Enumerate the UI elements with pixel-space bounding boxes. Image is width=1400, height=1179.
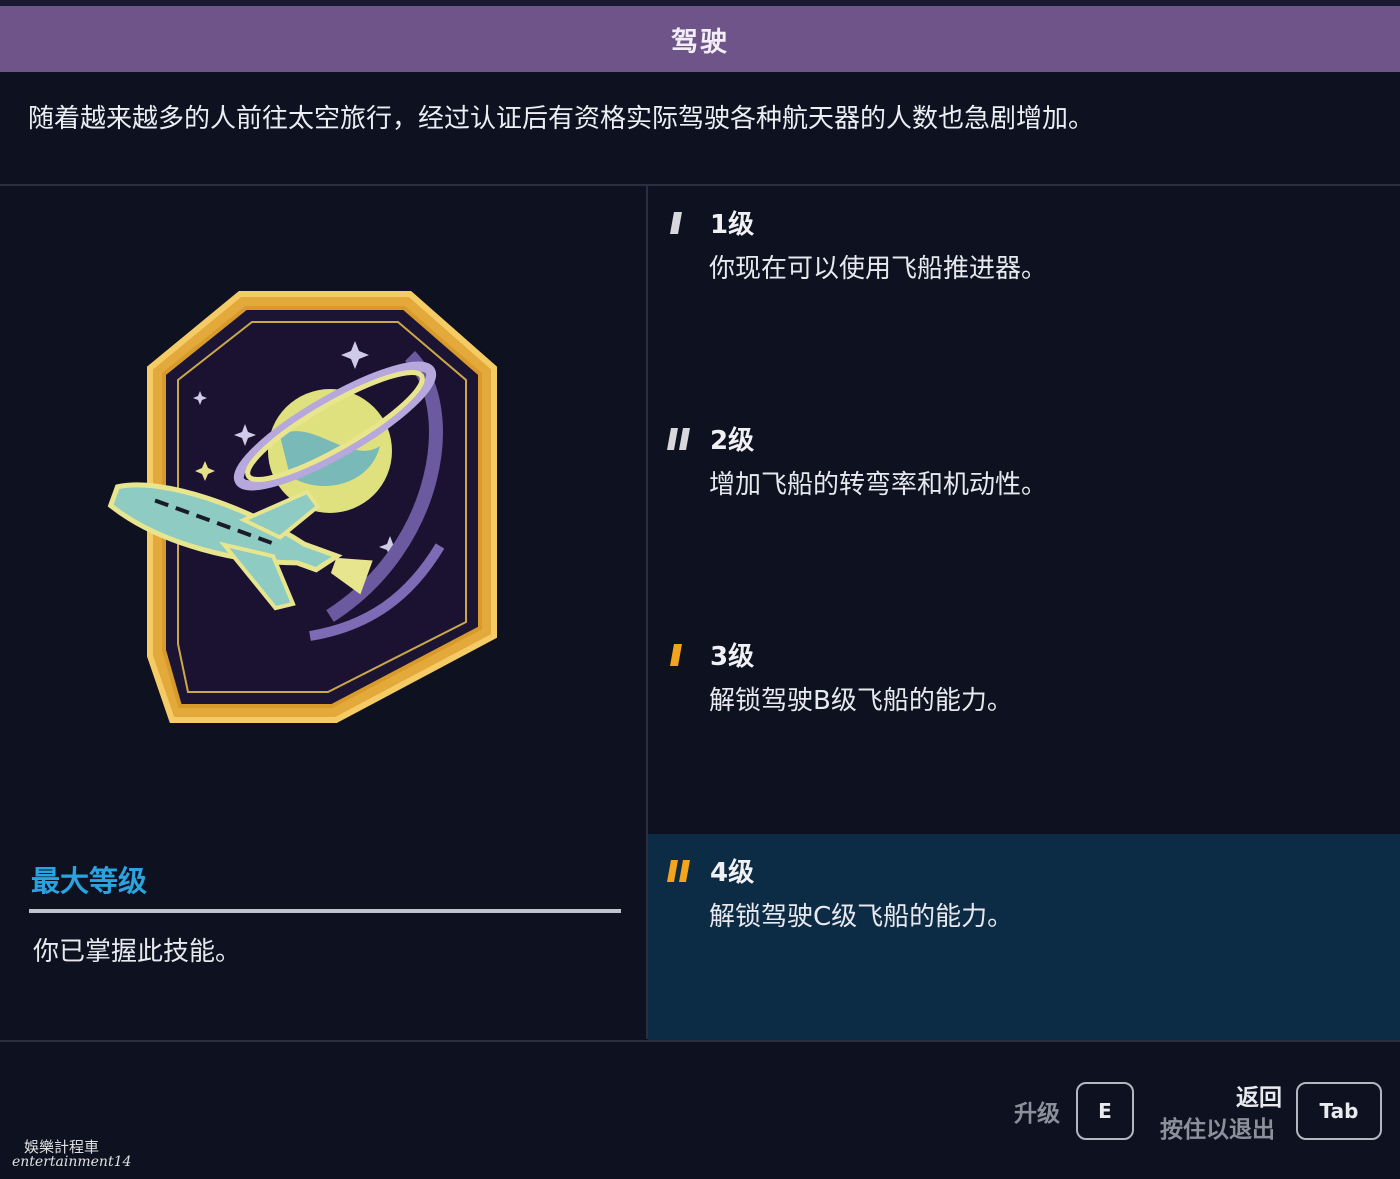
level-item-2[interactable]: 2级 增加飞船的转弯率和机动性。 <box>648 402 1400 618</box>
level-description: 解锁驾驶B级飞船的能力。 <box>709 686 1013 716</box>
level-4-tally-icon <box>667 860 690 882</box>
level-3-tally-icon <box>670 644 682 666</box>
level-description: 增加飞船的转弯率和机动性。 <box>709 470 1048 500</box>
footer-bar: 升级 E 返回 按住以退出 Tab <box>0 1040 1400 1179</box>
back-label: 返回 <box>1236 1085 1282 1111</box>
watermark-line-2: entertainment14 <box>12 1154 132 1170</box>
level-item-1[interactable]: 1级 你现在可以使用飞船推进器。 <box>648 186 1400 402</box>
hold-to-exit-label: 按住以退出 <box>1160 1117 1275 1143</box>
skill-overview-panel: 最大等级 你已掌握此技能。 <box>0 186 648 1039</box>
back-key-button[interactable]: Tab <box>1296 1082 1382 1140</box>
level-1-tally-icon <box>670 212 682 234</box>
page-title: 驾驶 <box>671 26 729 58</box>
level-title: 3级 <box>710 642 755 672</box>
upgrade-key-button[interactable]: E <box>1076 1082 1134 1140</box>
level-title: 4级 <box>710 858 755 888</box>
upgrade-label: 升级 <box>1014 1101 1060 1127</box>
level-item-4[interactable]: 4级 解锁驾驶C级飞船的能力。 <box>648 834 1400 1050</box>
title-bar: 驾驶 <box>0 6 1400 72</box>
space-shuttle-planet-badge-icon <box>107 291 497 723</box>
level-description: 解锁驾驶C级飞船的能力。 <box>709 902 1014 932</box>
level-title: 2级 <box>710 426 755 456</box>
skill-description-panel: 随着越来越多的人前往太空旅行，经过认证后有资格实际驾驶各种航天器的人数也急剧增加… <box>0 72 1400 186</box>
max-level-label: 最大等级 <box>31 864 148 898</box>
divider <box>29 909 621 913</box>
level-list: 1级 你现在可以使用飞船推进器。 2级 增加飞船的转弯率和机动性。 3级 解锁驾… <box>648 186 1400 1050</box>
level-title: 1级 <box>710 210 755 240</box>
mastered-text: 你已掌握此技能。 <box>33 937 242 967</box>
level-2-tally-icon <box>667 428 690 450</box>
level-item-3[interactable]: 3级 解锁驾驶B级飞船的能力。 <box>648 618 1400 834</box>
skill-description: 随着越来越多的人前往太空旅行，经过认证后有资格实际驾驶各种航天器的人数也急剧增加… <box>28 104 1095 134</box>
level-description: 你现在可以使用飞船推进器。 <box>709 254 1048 284</box>
